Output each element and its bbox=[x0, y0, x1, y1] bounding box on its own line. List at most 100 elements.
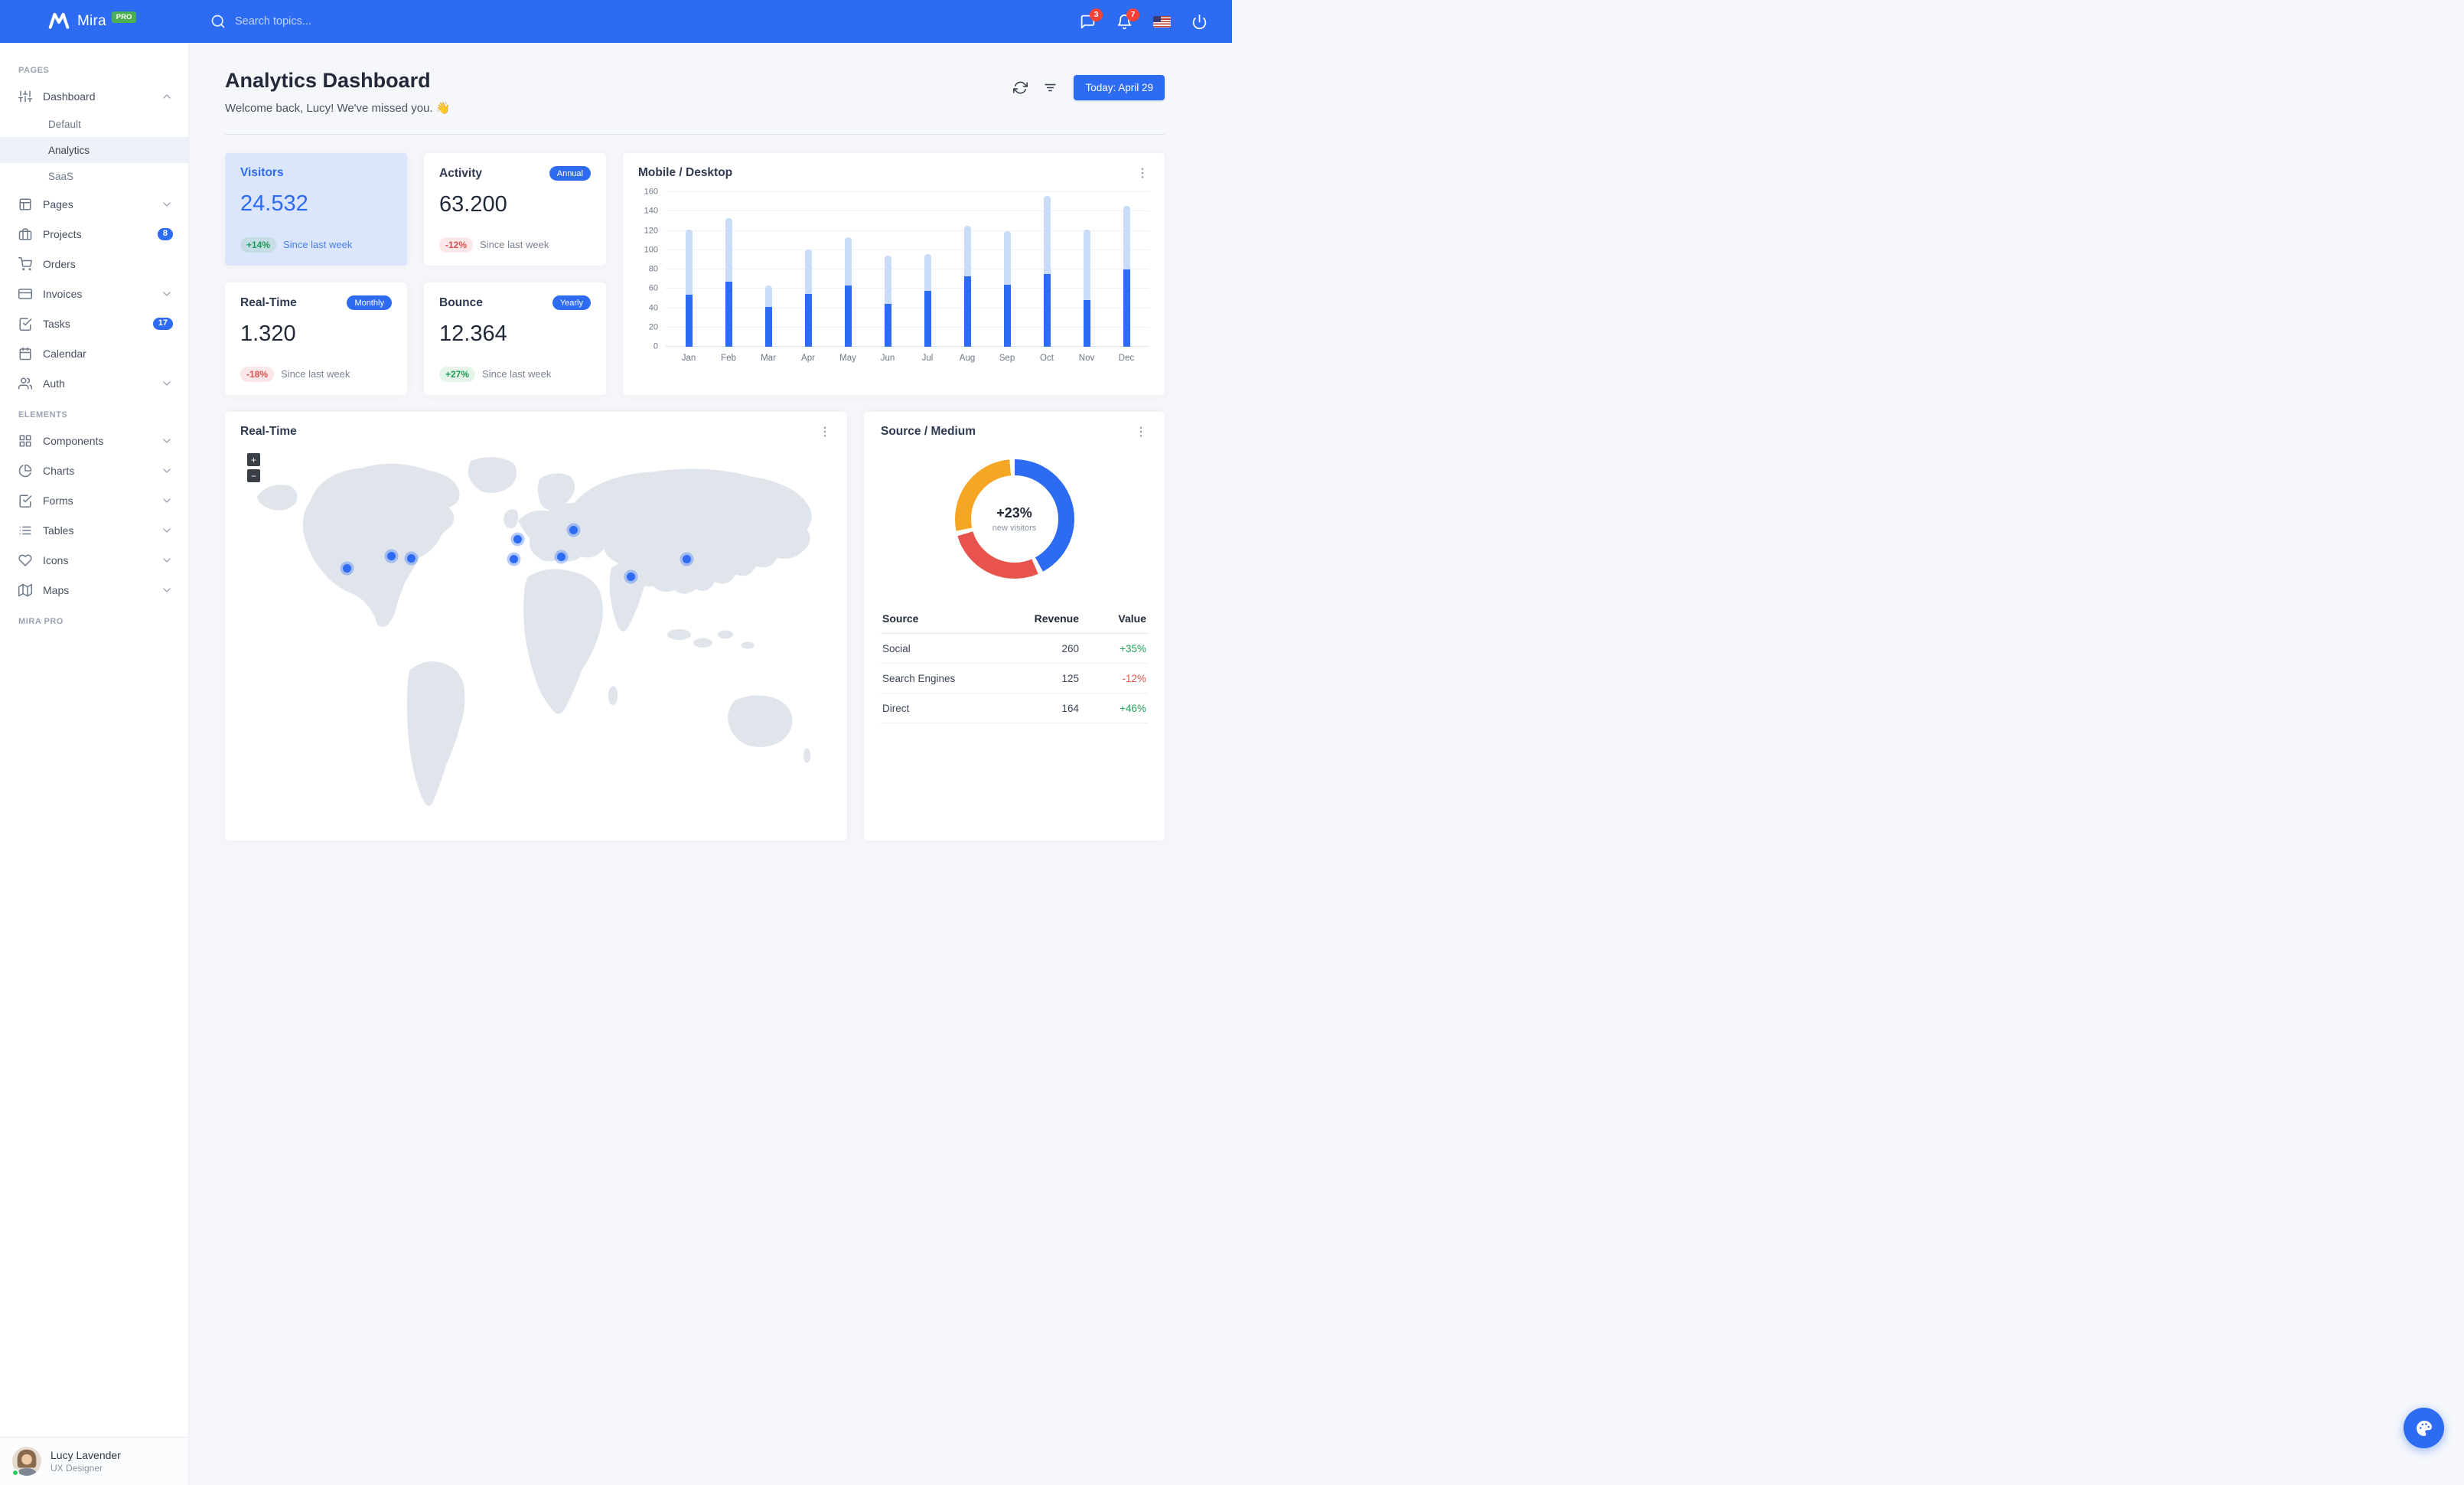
source-cell: Search Engines bbox=[882, 672, 956, 684]
sidebar-item-label: Charts bbox=[43, 464, 75, 477]
mobile-bar-segment bbox=[1043, 274, 1051, 347]
sidebar-item-dashboard[interactable]: Dashboard bbox=[0, 81, 188, 111]
mobile-bar-segment bbox=[1083, 300, 1090, 347]
sidebar-item-label: Maps bbox=[43, 583, 70, 596]
sidebar-item-label: Components bbox=[43, 434, 104, 447]
x-tick-label: Jan bbox=[681, 354, 696, 363]
header-actions: Today: April 29 bbox=[1009, 75, 1165, 100]
users-icon bbox=[18, 377, 32, 390]
us-flag-icon bbox=[1153, 15, 1171, 28]
mobile-bar-segment bbox=[804, 293, 812, 347]
sidebar-subitem-saas[interactable]: SaaS bbox=[0, 163, 188, 189]
bar-stack bbox=[884, 192, 891, 347]
chevron-down-icon bbox=[161, 288, 173, 300]
language-button[interactable] bbox=[1153, 15, 1171, 28]
bar-jul bbox=[908, 192, 947, 347]
sidebar-subitem-default[interactable]: Default bbox=[0, 111, 188, 137]
desktop-bar-segment bbox=[844, 237, 852, 286]
filter-button[interactable] bbox=[1039, 77, 1061, 99]
bar-stack bbox=[924, 192, 931, 347]
map-title: Real-Time bbox=[240, 425, 297, 438]
stat-card-bounce: Bounce Yearly 12.364 +27% Since last wee… bbox=[424, 282, 606, 395]
stat-note: Since last week bbox=[281, 368, 350, 380]
palette-icon bbox=[2415, 1419, 2433, 1438]
table-row-search-engines: Search Engines 125 -12% bbox=[881, 664, 1148, 694]
layout-icon bbox=[18, 197, 32, 211]
source-cell: Direct bbox=[882, 702, 910, 714]
search-input[interactable] bbox=[233, 15, 402, 28]
zoom-out-button[interactable]: − bbox=[247, 469, 260, 482]
chevron-up-icon bbox=[161, 90, 173, 103]
sidebar-item-icons[interactable]: Icons bbox=[0, 545, 188, 575]
sidebar-item-label: Auth bbox=[43, 377, 65, 390]
value-cell: +35% bbox=[1120, 642, 1146, 654]
brand-link[interactable]: Mira PRO bbox=[0, 11, 189, 31]
sidebar-item-components[interactable]: Components bbox=[0, 426, 188, 455]
world-map: + − bbox=[240, 444, 832, 827]
sidebar-item-forms[interactable]: Forms bbox=[0, 485, 188, 515]
sidebar-item-charts[interactable]: Charts bbox=[0, 455, 188, 485]
stat-delta-badge: +14% bbox=[240, 237, 277, 253]
sidebar-item-projects[interactable]: Projects 8 bbox=[0, 219, 188, 249]
bar-stack bbox=[764, 192, 772, 347]
sidebar-section-pages: PAGES bbox=[18, 66, 50, 75]
refresh-icon bbox=[1013, 80, 1028, 95]
desktop-bar-segment bbox=[1083, 230, 1090, 301]
revenue-cell: 260 bbox=[1061, 642, 1079, 654]
mobile-bar-segment bbox=[685, 294, 693, 347]
sidebar-section-mira-pro: MIRA PRO bbox=[18, 617, 64, 626]
table-body: Social 260 +35% Search Engines 125 -12% Direct… bbox=[881, 634, 1148, 723]
stat-value: 12.364 bbox=[439, 321, 507, 347]
mobile-bar-segment bbox=[764, 307, 772, 347]
y-tick-label: 20 bbox=[648, 322, 658, 332]
sidebar-item-tables[interactable]: Tables bbox=[0, 515, 188, 545]
signout-button[interactable] bbox=[1191, 14, 1208, 30]
power-icon bbox=[1191, 14, 1208, 30]
y-tick-label: 60 bbox=[648, 283, 658, 293]
messages-count-badge: 3 bbox=[1090, 8, 1103, 21]
bar-may bbox=[828, 192, 868, 347]
value-cell: -12% bbox=[1122, 672, 1146, 684]
sidebar-subitem-analytics[interactable]: Analytics bbox=[0, 137, 188, 163]
map-menu-button[interactable] bbox=[818, 425, 832, 439]
y-tick-label: 120 bbox=[644, 226, 658, 235]
source-menu-button[interactable] bbox=[1134, 425, 1148, 439]
sidebar-user-card[interactable]: Lucy Lavender UX Designer bbox=[0, 1437, 188, 1485]
sidebar-item-invoices[interactable]: Invoices bbox=[0, 279, 188, 308]
sidebar-item-auth[interactable]: Auth bbox=[0, 368, 188, 398]
sidebar-item-maps[interactable]: Maps bbox=[0, 575, 188, 605]
chart-x-axis: Jan Feb Mar Apr May Jun Jul Aug Sep Oct Nov Dec bbox=[666, 354, 1149, 363]
bar-stack bbox=[844, 192, 852, 347]
theme-settings-button[interactable] bbox=[2404, 1408, 2444, 1448]
desktop-bar-segment bbox=[685, 230, 693, 295]
chevron-down-icon bbox=[161, 377, 173, 390]
x-tick-label: Oct bbox=[1040, 354, 1054, 363]
sidebar-item-orders[interactable]: Orders bbox=[0, 249, 188, 279]
stat-period-badge: Yearly bbox=[552, 295, 591, 311]
bar-stack bbox=[1123, 192, 1130, 347]
x-tick-label: Apr bbox=[801, 354, 815, 363]
refresh-button[interactable] bbox=[1009, 77, 1032, 99]
visitor-marker bbox=[406, 554, 416, 563]
sidebar-nav: PAGES Dashboard Default Analytics SaaS Pages… bbox=[0, 43, 188, 1437]
notifications-button[interactable]: 7 bbox=[1116, 8, 1139, 30]
bar-nov bbox=[1067, 192, 1107, 347]
y-tick-label: 140 bbox=[644, 206, 658, 216]
bar-mar bbox=[748, 192, 788, 347]
sidebar-item-tasks[interactable]: Tasks 17 bbox=[0, 308, 188, 338]
x-tick-label: Sep bbox=[999, 354, 1015, 363]
bar-stack bbox=[804, 192, 812, 347]
mobile-bar-segment bbox=[1123, 269, 1130, 347]
messages-button[interactable]: 3 bbox=[1080, 8, 1103, 30]
sidebar-item-label: Invoices bbox=[43, 287, 83, 300]
pro-badge: PRO bbox=[111, 11, 137, 23]
sidebar-item-calendar[interactable]: Calendar bbox=[0, 338, 188, 368]
today-button[interactable]: Today: April 29 bbox=[1074, 75, 1165, 100]
stat-value: 1.320 bbox=[240, 321, 296, 347]
zoom-in-button[interactable]: + bbox=[247, 453, 260, 466]
sidebar-item-pages[interactable]: Pages bbox=[0, 189, 188, 219]
stat-delta-badge: +27% bbox=[439, 366, 476, 382]
header-revenue: Revenue bbox=[1034, 612, 1079, 625]
chart-menu-button[interactable] bbox=[1136, 166, 1149, 180]
sidebar: PAGES Dashboard Default Analytics SaaS Pages… bbox=[0, 43, 189, 1485]
